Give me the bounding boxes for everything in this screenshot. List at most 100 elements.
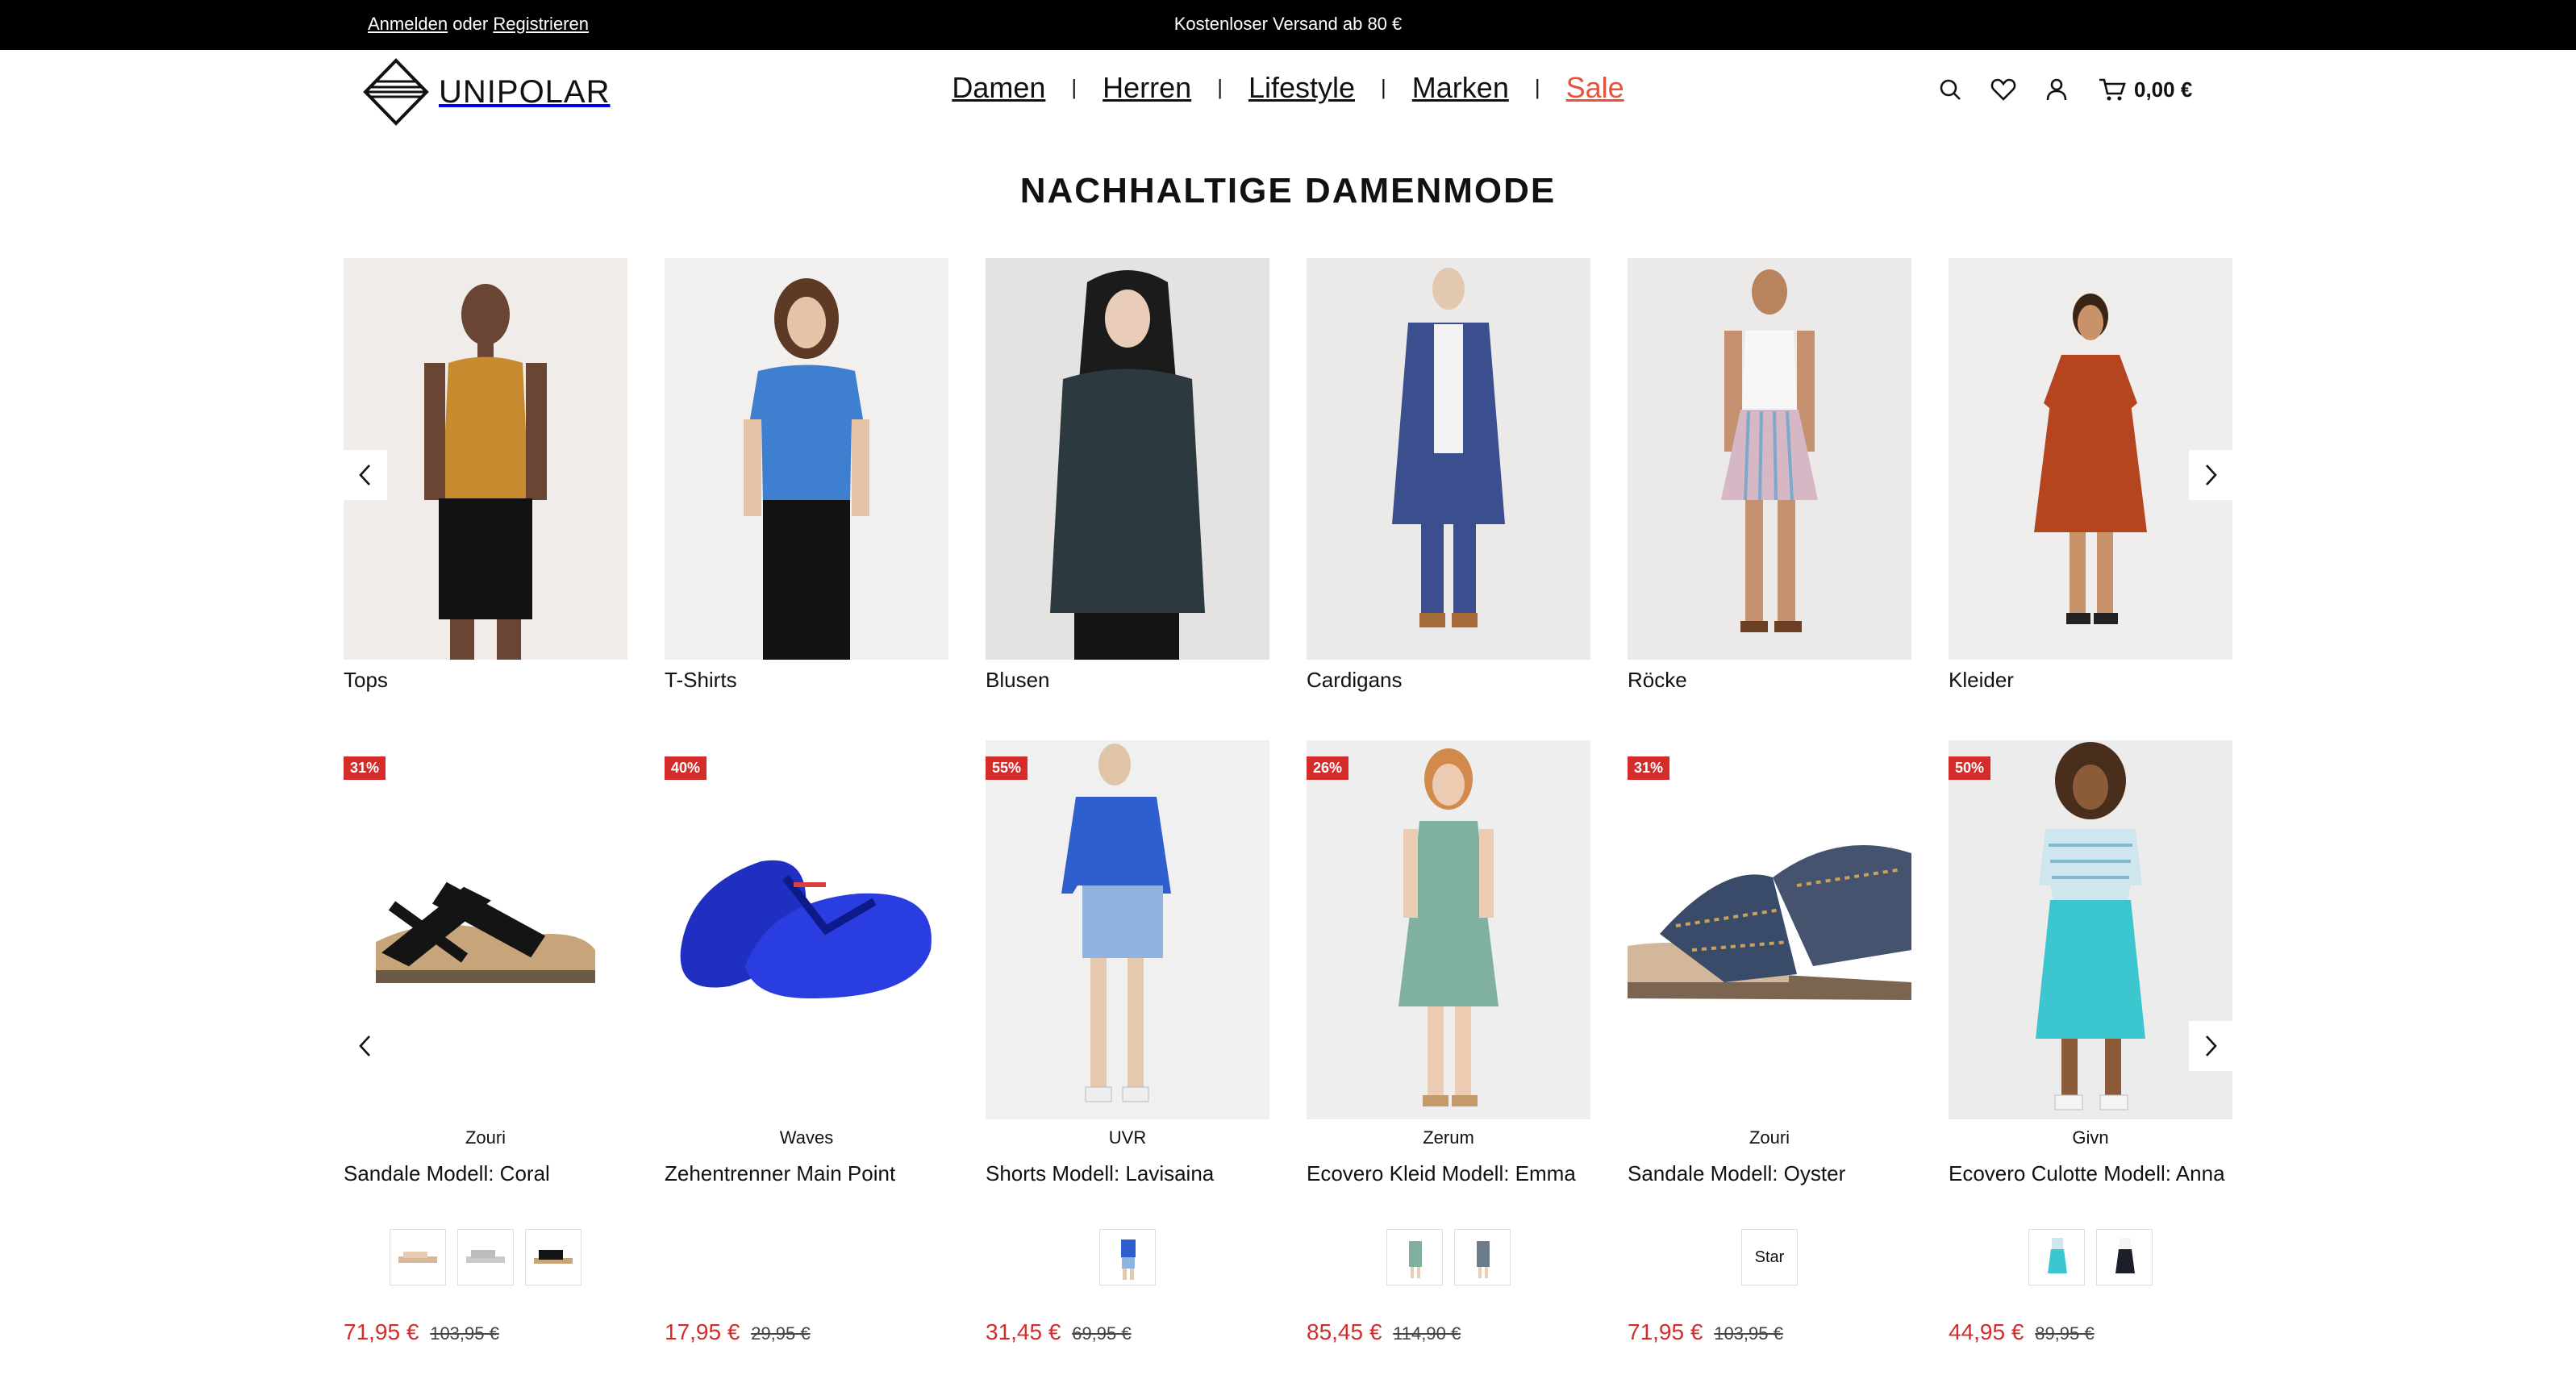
top-bar: Anmelden oder Registrieren Kostenloser V… [0,0,2576,50]
nav-marken[interactable]: Marken [1412,71,1509,105]
color-swatches [1307,1229,1590,1285]
category-image [986,258,1269,660]
product-name[interactable]: Ecovero Kleid Modell: Emma [1307,1160,1590,1215]
sale-price: 71,95 € [344,1319,419,1344]
original-price: 29,95 € [751,1323,811,1344]
category-card-cardigans[interactable]: Cardigans [1307,258,1590,693]
category-prev-button[interactable] [344,450,387,500]
nav-damen[interactable]: Damen [952,71,1045,105]
original-price: 89,95 € [2035,1323,2095,1344]
discount-badge: 40% [665,756,707,780]
original-price: 103,95 € [430,1323,499,1344]
category-label: Röcke [1628,668,1687,692]
category-label: Kleider [1949,668,2014,692]
color-swatch[interactable] [2028,1229,2085,1285]
product-brand: Waves [779,1127,834,1148]
nav-separator: | [1217,75,1223,99]
original-price: 114,90 € [1393,1323,1461,1344]
category-image [665,258,948,660]
product-name[interactable]: Zehentrenner Main Point [665,1160,948,1215]
product-price: 31,45 € 69,95 € [986,1319,1132,1345]
color-swatch[interactable] [1099,1229,1156,1285]
product-price: 71,95 € 103,95 € [344,1319,499,1345]
product-image: 40% [665,740,948,1119]
page-title: NACHHALTIGE DAMENMODE [1019,171,1557,210]
color-swatch[interactable] [525,1229,581,1285]
product-card[interactable]: 26% Zerum Ecovero Kleid Modell: Emma 85,… [1307,740,1590,1369]
category-card-tshirts[interactable]: T-Shirts [665,258,948,693]
color-swatch[interactable] [390,1229,446,1285]
product-brand: UVR [1108,1127,1147,1148]
color-swatch[interactable] [1386,1229,1443,1285]
cart-button[interactable]: 0,00 € [2099,77,2192,102]
product-card[interactable]: 55% UVR Shorts Modell: Lavisaina 31,45 €… [986,740,1269,1369]
sale-price: 31,45 € [986,1319,1061,1344]
nav-herren[interactable]: Herren [1103,71,1191,105]
product-price: 85,45 € 114,90 € [1307,1319,1461,1345]
header-actions: 0,00 € [1936,75,2192,104]
product-price: 71,95 € 103,95 € [1628,1319,1783,1345]
product-price: 17,95 € 29,95 € [665,1319,811,1345]
discount-badge: 50% [1949,756,1991,780]
product-image: 31% [1628,740,1911,1119]
cart-total: 0,00 € [2134,77,2193,102]
category-next-button[interactable] [2189,450,2232,500]
product-name[interactable]: Sandale Modell: Oyster [1628,1160,1911,1215]
color-swatch[interactable] [1454,1229,1511,1285]
category-image [1307,258,1590,660]
account-user-icon[interactable] [2042,75,2071,104]
sale-price: 71,95 € [1628,1319,1703,1344]
category-card-blusen[interactable]: Blusen [986,258,1269,693]
color-swatches [344,1229,627,1285]
cart-icon [2099,78,2126,101]
chevron-left-icon [359,1035,370,1056]
color-swatches [986,1229,1269,1285]
discount-badge: 26% [1307,756,1349,780]
product-brand: Zouri [1749,1127,1790,1148]
chevron-right-icon [2206,1035,2217,1056]
color-swatch-star[interactable]: Star [1741,1229,1798,1285]
shipping-promo: Kostenloser Versand ab 80 € [1173,14,1403,34]
product-name[interactable]: Ecovero Culotte Modell: Anna [1949,1160,2232,1215]
product-name[interactable]: Sandale Modell: Coral [344,1160,627,1215]
category-image [1628,258,1911,660]
product-card[interactable]: 31% Zouri Sandale Modell: Oyster Star 71… [1628,740,1911,1369]
product-name[interactable]: Shorts Modell: Lavisaina [986,1160,1269,1215]
original-price: 69,95 € [1072,1323,1132,1344]
product-image: 55% [986,740,1269,1119]
product-image: 26% [1307,740,1590,1119]
category-card-roecke[interactable]: Röcke [1628,258,1911,693]
color-swatch[interactable] [2096,1229,2153,1285]
nav-lifestyle[interactable]: Lifestyle [1248,71,1355,105]
product-prev-button[interactable] [344,1021,387,1071]
color-swatches: Star [1628,1229,1911,1285]
nav-separator: | [1534,75,1540,99]
sale-price: 17,95 € [665,1319,740,1344]
color-swatches [665,1229,948,1285]
product-next-button[interactable] [2189,1021,2232,1071]
category-label: Tops [344,668,388,692]
category-label: Cardigans [1307,668,1403,692]
product-price: 44,95 € 89,95 € [1949,1319,2095,1345]
category-label: T-Shirts [665,668,737,692]
nav-separator: | [1381,75,1386,99]
sale-price: 85,45 € [1307,1319,1382,1344]
product-carousel: 31% Zouri Sandale Modell: Coral 71,95 € … [344,740,2232,1369]
color-swatches [1949,1229,2232,1285]
product-brand: Givn [2072,1127,2109,1148]
category-carousel: Tops T-Shirts Blusen Cardigans Röcke Kle… [344,258,2232,694]
product-brand: Zouri [465,1127,506,1148]
sale-price: 44,95 € [1949,1319,2024,1344]
product-brand: Zerum [1423,1127,1474,1148]
original-price: 103,95 € [1714,1323,1783,1344]
wishlist-heart-icon[interactable] [1989,75,2018,104]
nav-separator: | [1071,75,1078,99]
discount-badge: 31% [344,756,386,780]
color-swatch[interactable] [457,1229,514,1285]
search-icon[interactable] [1936,75,1965,104]
product-card[interactable]: 40% Waves Zehentrenner Main Point 17,95 … [665,740,948,1369]
nav-sale[interactable]: Sale [1566,71,1624,105]
chevron-right-icon [2206,465,2217,485]
chevron-left-icon [359,465,370,485]
discount-badge: 55% [986,756,1028,780]
